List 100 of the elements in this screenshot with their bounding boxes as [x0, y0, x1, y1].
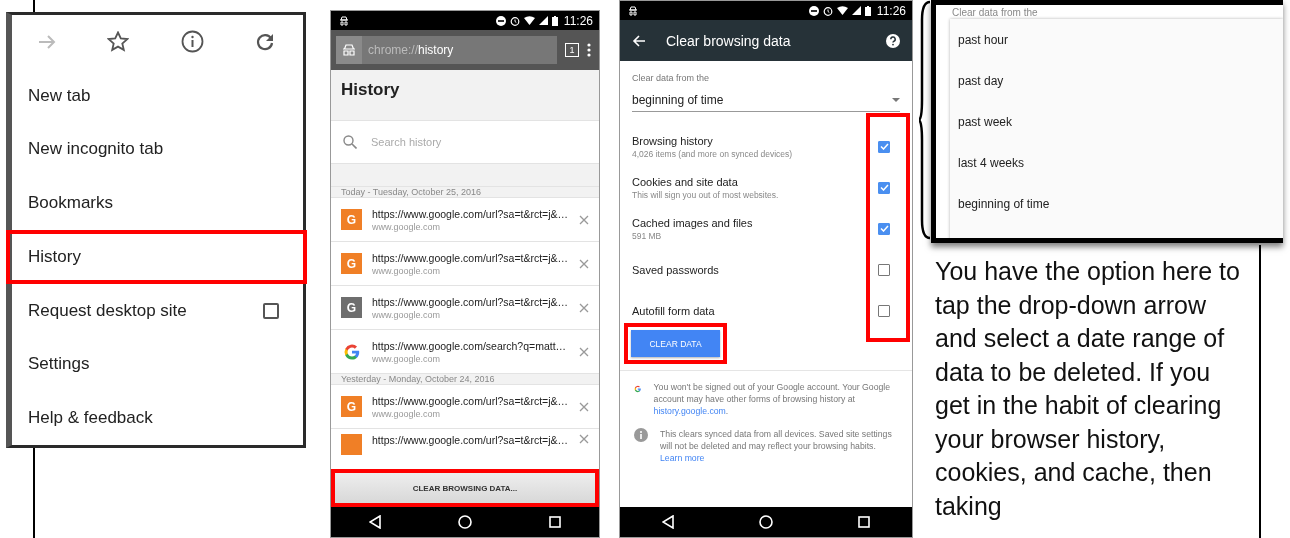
checkbox[interactable] [878, 304, 890, 317]
menu-item[interactable]: New incognito tab [6, 122, 307, 177]
close-icon[interactable] [579, 214, 589, 225]
history-entry[interactable]: https://www.google.com/search?q=matt… www.google.com [331, 330, 599, 374]
menu-item[interactable]: Settings [6, 337, 307, 392]
caption-text: You have the option here to tap the drop-down arrow and select a date range of data to be deleted. If you get in the habit of clearing your browser history, cookies, and cache, then taking [935, 256, 1241, 522]
option-title: Cookies and site data [632, 175, 739, 188]
option-subtitle: 4,026 items (and more on synced devices) [632, 148, 794, 159]
checkbox[interactable] [878, 140, 890, 153]
checkbox[interactable] [878, 263, 890, 276]
history-entry[interactable]: G https://www.google.com/url?sa=t&rct=j&… www.google.com [331, 286, 599, 330]
incognito-icon [342, 44, 356, 56]
menu-item[interactable]: Bookmarks [6, 176, 307, 230]
menu-item[interactable]: Request desktop site [6, 283, 307, 338]
favicon-tile: G [341, 297, 362, 318]
incognito-icon [628, 5, 638, 16]
status-time: 11:26 [563, 13, 593, 28]
dropdown-option[interactable]: last 4 weeks [958, 142, 1283, 183]
menu-item[interactable]: Help & feedback [6, 391, 307, 445]
signal-icon [538, 16, 548, 25]
entry-url: https://www.google.com/url?sa=t&rct=j&… [372, 394, 569, 407]
checkbox[interactable] [878, 222, 890, 235]
dropdown-option[interactable]: beginning of time [958, 183, 1283, 224]
menu-item-label: Settings [28, 354, 91, 375]
info-icon[interactable] [180, 30, 204, 54]
checkbox[interactable] [263, 302, 279, 319]
close-icon[interactable] [579, 258, 589, 269]
wifi-icon [836, 6, 848, 15]
alarm-icon [822, 5, 833, 16]
favicon-tile: G [341, 253, 362, 274]
history-entry[interactable]: G https://www.google.com/url?sa=t&rct=j&… www.google.com [331, 242, 599, 286]
recents-icon[interactable] [548, 516, 561, 528]
do-not-disturb-icon [495, 15, 506, 26]
url-field[interactable]: chrome://history [336, 36, 557, 64]
entry-domain: www.google.com [372, 221, 442, 232]
menu-item-label: Bookmarks [28, 193, 115, 214]
entry-domain: www.google.com [372, 353, 442, 364]
checkbox[interactable] [878, 181, 890, 194]
close-icon[interactable] [579, 401, 589, 412]
note-link[interactable]: history.google.com [653, 406, 726, 417]
history-entry[interactable]: G https://www.google.com/url?sa=t&rct=j&… www.google.com [331, 198, 599, 242]
screen-title: Clear browsing data [666, 32, 792, 49]
status-time: 11:26 [876, 3, 906, 18]
back-arrow-icon[interactable] [632, 34, 646, 47]
menu-item-label: New incognito tab [28, 139, 165, 160]
entry-url: https://www.google.com/url?sa=t&rct=j&… [372, 295, 569, 308]
option-title: Saved passwords [632, 263, 720, 276]
close-icon[interactable] [579, 346, 589, 357]
option-subtitle: 591 MB [632, 230, 663, 241]
help-icon[interactable] [886, 33, 900, 48]
menu-item[interactable]: History [6, 229, 307, 284]
do-not-disturb-icon [808, 5, 819, 16]
entry-url: https://www.google.com/search?q=matt… [372, 339, 568, 352]
recents-icon[interactable] [857, 516, 870, 528]
back-icon[interactable] [369, 515, 382, 529]
entry-domain: www.google.com [372, 309, 442, 320]
option-title: Browsing history [632, 134, 714, 147]
entry-url: https://www.google.com/url?sa=t&rct=j&… [372, 207, 569, 220]
tab-count[interactable]: 1 [565, 43, 579, 57]
clear-data-button[interactable]: CLEAR DATA [631, 330, 720, 357]
more-icon[interactable] [587, 43, 591, 57]
dropdown-caret-icon [892, 98, 900, 102]
dropdown-option[interactable]: past hour [958, 19, 1283, 60]
home-icon[interactable] [759, 515, 773, 529]
entry-url: https://www.google.com/url?sa=t&rct=j&… [372, 434, 569, 446]
menu-item-label: Request desktop site [28, 300, 188, 321]
field-label: Clear data from the [632, 73, 711, 83]
close-icon[interactable] [579, 434, 589, 444]
back-icon[interactable] [662, 515, 675, 529]
entry-domain: www.google.com [372, 265, 442, 276]
option-title: Cached images and files [632, 216, 754, 229]
history-entry[interactable]: G https://www.google.com/url?sa=t&rct=j&… www.google.com [331, 385, 599, 429]
battery-icon [551, 15, 558, 26]
alarm-icon [509, 15, 520, 26]
incognito-icon [339, 15, 349, 26]
home-icon[interactable] [458, 515, 472, 529]
history-entry[interactable]: https://www.google.com/url?sa=t&rct=j&… [331, 429, 599, 469]
option-subtitle: This will sign you out of most websites. [632, 189, 780, 200]
dropdown-option[interactable]: past day [958, 60, 1283, 101]
option-title: Autofill form data [632, 304, 716, 317]
menu-item-label: History [28, 246, 82, 267]
info-icon [634, 427, 648, 442]
star-icon[interactable] [107, 31, 130, 53]
note-text: You won't be signed out of your Google account. Your Google account may have other forms of browsing history at history.google.com. [653, 381, 892, 418]
refresh-icon[interactable] [255, 31, 275, 52]
entry-domain: www.google.com [372, 408, 442, 419]
menu-item[interactable]: New tab [6, 68, 307, 123]
close-icon[interactable] [579, 302, 589, 313]
clear-browsing-data-button[interactable]: CLEAR BROWSING DATA... [335, 473, 595, 503]
note-link[interactable]: Learn more [660, 452, 705, 463]
time-range-dropdown[interactable]: beginning of time [632, 89, 900, 112]
entry-url: https://www.google.com/url?sa=t&rct=j&… [372, 251, 569, 264]
menu-item-label: Help & feedback [28, 408, 154, 429]
dropdown-option[interactable]: past week [958, 101, 1283, 142]
page-title: History [340, 79, 401, 101]
favicon-tile: G [341, 396, 362, 417]
field-label: Clear data from the [951, 7, 1039, 19]
signal-icon [851, 6, 861, 15]
search-icon [343, 135, 357, 149]
google-g-icon [342, 342, 361, 361]
